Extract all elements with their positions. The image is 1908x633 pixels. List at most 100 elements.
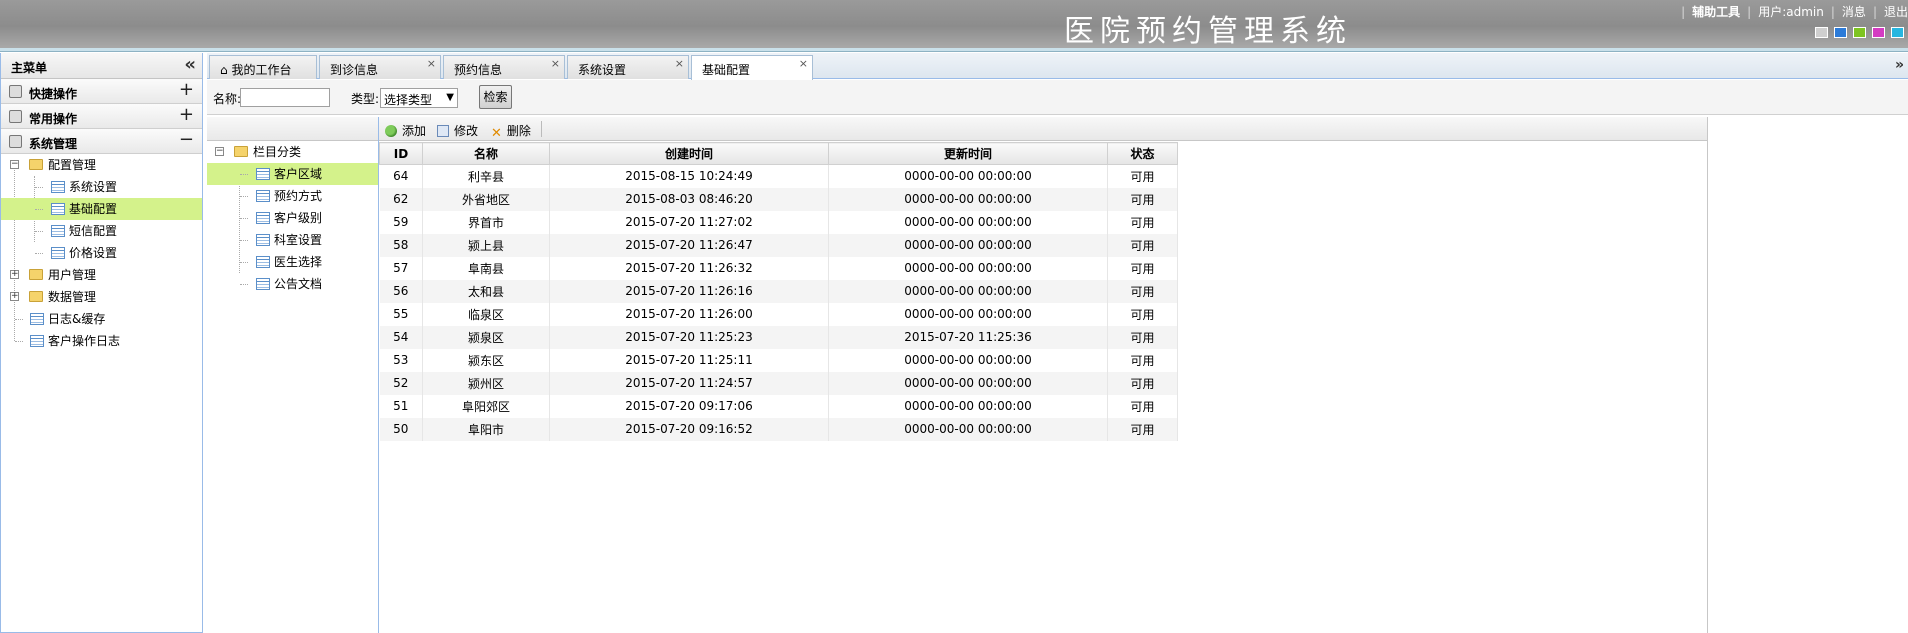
accordion-common-ops[interactable]: 常用操作 +	[1, 104, 202, 129]
expand-node-icon[interactable]: +	[10, 292, 19, 301]
cell-id: 59	[379, 210, 423, 234]
search-button[interactable]: 检索	[479, 85, 512, 109]
tab-my-workbench[interactable]: ⌂ 我的工作台	[209, 55, 317, 79]
accordion-quick-ops[interactable]: 快捷操作 +	[1, 79, 202, 104]
column-header-status[interactable]: 状态	[1107, 142, 1178, 165]
name-search-input[interactable]	[240, 88, 330, 107]
logout-link[interactable]: 退出	[1884, 5, 1908, 19]
tree-node-label: 数据管理	[48, 290, 97, 304]
close-icon[interactable]: ×	[799, 57, 808, 70]
expand-icon[interactable]: +	[179, 80, 194, 100]
tree-node-sms-config[interactable]: 短信配置	[1, 220, 202, 242]
table-row[interactable]: 59 界首市 2015-07-20 11:27:02 0000-00-00 00:00…	[379, 210, 1178, 234]
accordion-system-admin[interactable]: 系统管理 −	[1, 129, 202, 154]
expand-node-icon[interactable]: +	[10, 270, 19, 279]
table-row[interactable]: 50 阜阳市 2015-07-20 09:16:52 0000-00-00 00:00…	[379, 417, 1178, 441]
messages-link[interactable]: 消息	[1842, 5, 1866, 19]
table-row[interactable]: 56 太和县 2015-07-20 11:26:16 0000-00-00 00:00…	[379, 279, 1178, 303]
header-divider	[0, 48, 1908, 52]
category-item-booking-method[interactable]: 预约方式	[207, 185, 378, 207]
user-link[interactable]: 用户:admin	[1758, 5, 1824, 19]
column-header-updated[interactable]: 更新时间	[828, 142, 1108, 165]
cell-updated: 2015-07-20 11:25:36	[828, 325, 1108, 349]
header-links: | 辅助工具 | 用户:admin | 消息 | 退出	[1674, 3, 1908, 20]
close-icon[interactable]: ×	[427, 57, 436, 70]
table-row[interactable]: 52 颍州区 2015-07-20 11:24:57 0000-00-00 00:00…	[379, 371, 1178, 395]
theme-swatch-blue[interactable]	[1834, 27, 1847, 38]
type-label: 类型:	[351, 92, 380, 106]
cell-updated: 0000-00-00 00:00:00	[828, 302, 1108, 326]
right-blank-panel	[1707, 117, 1908, 633]
cell-updated: 0000-00-00 00:00:00	[828, 187, 1108, 211]
type-select[interactable]: 选择类型 ▼	[380, 88, 458, 108]
gear-icon	[9, 110, 22, 123]
category-item-department[interactable]: 科室设置	[207, 229, 378, 251]
tab-bar: ⌂ 我的工作台 到诊信息 × 预约信息 × 系统设置 × 基础配置 × »	[207, 53, 1908, 80]
collapse-node-icon[interactable]: −	[215, 147, 224, 156]
tree-guide	[240, 174, 248, 175]
table-row[interactable]: 53 颍东区 2015-07-20 11:25:11 0000-00-00 00:00…	[379, 348, 1178, 372]
tree-node-customer-log[interactable]: 客户操作日志	[1, 330, 202, 352]
column-header-name[interactable]: 名称	[422, 142, 550, 165]
tree-node-label: 栏目分类	[253, 145, 302, 159]
table-row[interactable]: 55 临泉区 2015-07-20 11:26:00 0000-00-00 00:00…	[379, 302, 1178, 326]
category-item-doctor[interactable]: 医生选择	[207, 251, 378, 273]
tree-guide	[15, 341, 23, 342]
expand-icon[interactable]: +	[179, 105, 194, 125]
delete-button[interactable]: ✕ 删除	[491, 122, 531, 140]
cell-id: 64	[379, 164, 423, 188]
theme-swatches	[1815, 27, 1904, 38]
cell-created: 2015-07-20 11:25:23	[549, 325, 829, 349]
theme-swatch-cyan[interactable]	[1891, 27, 1904, 38]
category-item-notice[interactable]: 公告文档	[207, 273, 378, 295]
category-root[interactable]: − 栏目分类	[207, 141, 378, 163]
theme-swatch-green[interactable]	[1853, 27, 1866, 38]
collapse-icon[interactable]: −	[179, 130, 194, 150]
tree-node-label: 价格设置	[69, 246, 118, 260]
tree-node-config-mgmt[interactable]: − 配置管理	[1, 154, 202, 176]
tree-node-user-mgmt[interactable]: + 用户管理	[1, 264, 202, 286]
category-item-customer-area[interactable]: 客户区域	[207, 163, 378, 185]
table-row[interactable]: 62 外省地区 2015-08-03 08:46:20 0000-00-00 00:0…	[379, 187, 1178, 211]
close-icon[interactable]: ×	[675, 57, 684, 70]
grid-toolbar: 添加 修改 ✕ 删除	[379, 117, 1707, 141]
column-header-created[interactable]: 创建时间	[549, 142, 829, 165]
edit-button[interactable]: 修改	[437, 122, 478, 139]
table-row[interactable]: 54 颍泉区 2015-07-20 11:25:23 2015-07-20 11:25…	[379, 325, 1178, 349]
table-row[interactable]: 57 阜南县 2015-07-20 11:26:32 0000-00-00 00:00…	[379, 256, 1178, 280]
collapse-sidebar-icon[interactable]: «	[184, 55, 196, 75]
tree-node-basic-config[interactable]: 基础配置	[1, 198, 202, 220]
cell-status: 可用	[1107, 417, 1178, 441]
tools-link[interactable]: 辅助工具	[1692, 5, 1740, 19]
table-row[interactable]: 58 颍上县 2015-07-20 11:26:47 0000-00-00 00:00…	[379, 233, 1178, 257]
collapse-node-icon[interactable]: −	[10, 160, 19, 169]
tab-visit-info[interactable]: 到诊信息 ×	[319, 55, 441, 79]
theme-swatch-pink[interactable]	[1872, 27, 1885, 38]
cell-name: 临泉区	[422, 302, 550, 326]
tree-guide	[240, 284, 248, 285]
category-toolbar	[207, 117, 378, 141]
add-button[interactable]: 添加	[385, 122, 426, 139]
tree-node-label: 短信配置	[69, 224, 118, 238]
cell-id: 58	[379, 233, 423, 257]
cell-status: 可用	[1107, 348, 1178, 372]
tab-system-settings[interactable]: 系统设置 ×	[567, 55, 689, 79]
tab-basic-config[interactable]: 基础配置 ×	[691, 55, 813, 80]
cell-created: 2015-07-20 11:26:32	[549, 256, 829, 280]
theme-swatch-gray[interactable]	[1815, 27, 1828, 38]
cell-name: 阜阳郊区	[422, 394, 550, 418]
close-icon[interactable]: ×	[551, 57, 560, 70]
cell-updated: 0000-00-00 00:00:00	[828, 417, 1108, 441]
tab-appointment-info[interactable]: 预约信息 ×	[443, 55, 565, 79]
category-item-customer-level[interactable]: 客户级别	[207, 207, 378, 229]
table-row[interactable]: 64 利辛县 2015-08-15 10:24:49 0000-00-00 00:00…	[379, 164, 1178, 188]
tree-node-price-settings[interactable]: 价格设置	[1, 242, 202, 264]
tree-node-system-settings[interactable]: 系统设置	[1, 176, 202, 198]
tree-node-data-mgmt[interactable]: + 数据管理	[1, 286, 202, 308]
tree-node-label: 系统设置	[69, 180, 118, 194]
table-row[interactable]: 51 阜阳郊区 2015-07-20 09:17:06 0000-00-00 00:0…	[379, 394, 1178, 418]
tabs-overflow-icon[interactable]: »	[1895, 57, 1904, 73]
column-header-id[interactable]: ID	[379, 142, 423, 165]
tree-guide	[35, 209, 43, 210]
tree-node-log-cache[interactable]: 日志&缓存	[1, 308, 202, 330]
